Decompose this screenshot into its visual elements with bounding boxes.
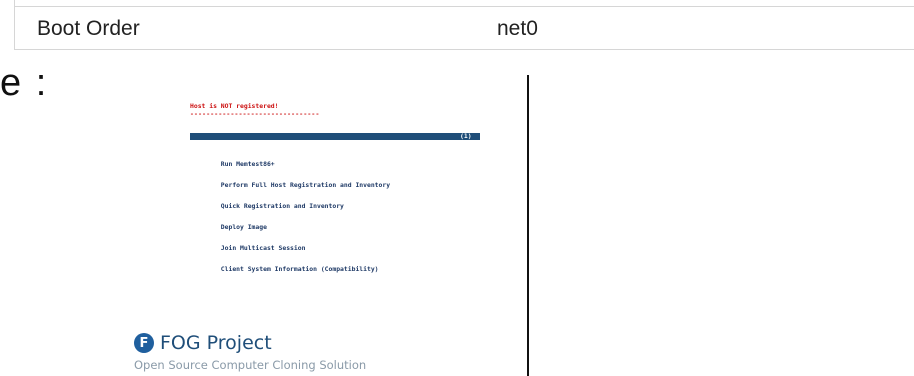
pxe-menu-item[interactable]: Perform Full Host Registration and Inven… [190, 175, 480, 189]
pxe-menu-item-label: Quick Registration and Inventory [220, 202, 344, 210]
pxe-menu-item-label: Client System Information (Compatibility… [220, 265, 379, 273]
pxe-menu-title: Host is NOT registered! [190, 102, 279, 110]
fog-brand-name: FOG Project [160, 332, 272, 354]
fog-tagline: Open Source Computer Cloning Solution [134, 358, 367, 372]
pxe-menu-item-label: Perform Full Host Registration and Inven… [220, 181, 391, 189]
pxe-menu-item-label: Run Memtest86+ [220, 160, 275, 168]
table-row-boot-order: Boot Order net0 [14, 6, 914, 50]
pxe-menu-item[interactable]: Quick Registration and Inventory [190, 196, 480, 210]
pxe-menu-item[interactable]: Join Multicast Session [190, 238, 480, 252]
pxe-menu-item[interactable]: Deploy Image [190, 217, 480, 231]
pxe-menu-list: Boot from hard disk (1) Run Memtest86+ P… [190, 119, 480, 280]
pxe-menu-item-label: Deploy Image [220, 223, 267, 231]
pxe-menu-item[interactable]: Run Memtest86+ [190, 154, 480, 168]
pxe-menu-item[interactable]: Client System Information (Compatibility… [190, 259, 480, 273]
fog-logo-icon: F [134, 333, 154, 353]
page: Boot Order net0 e : Host is NOT register… [0, 0, 914, 376]
fog-project-logo: F FOG Project [134, 332, 272, 354]
prose-fragment: e : [0, 62, 49, 104]
pxe-boot-menu-screenshot: Host is NOT registered! ----------------… [120, 75, 529, 376]
pxe-menu-item-hotkey: (1) [460, 132, 472, 140]
pxe-menu-separator: -------------------------------- [190, 110, 320, 118]
pxe-menu-item-label: Join Multicast Session [220, 244, 306, 252]
property-label: Boot Order [37, 17, 140, 40]
pxe-menu-item[interactable]: Boot from hard disk (1) [190, 132, 480, 147]
pxe-menu-item-label: Boot from hard disk [220, 139, 294, 147]
property-value: net0 [497, 17, 538, 40]
